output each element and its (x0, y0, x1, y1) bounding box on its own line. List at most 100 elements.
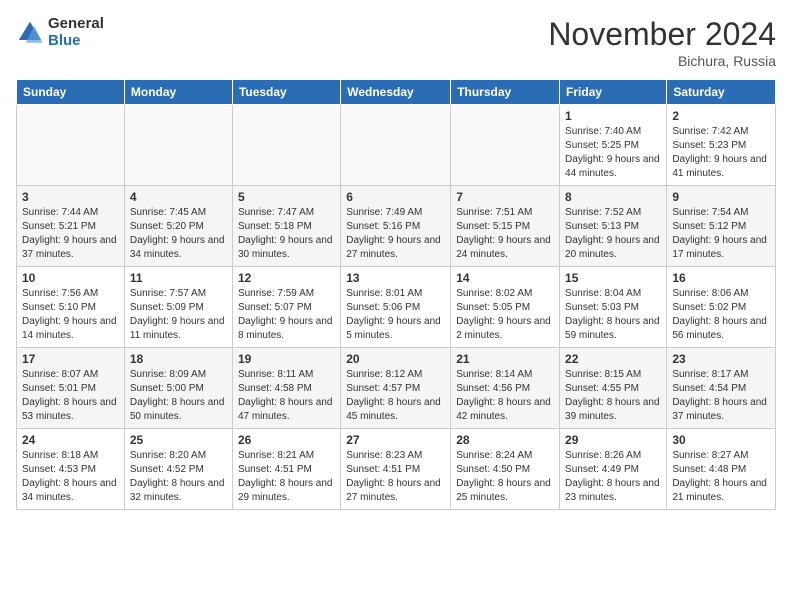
day-number: 4 (130, 190, 227, 204)
day-number: 16 (672, 271, 770, 285)
calendar-cell (232, 105, 340, 186)
day-info: Sunrise: 8:27 AM Sunset: 4:48 PM Dayligh… (672, 449, 770, 505)
calendar-cell: 27Sunrise: 8:23 AM Sunset: 4:51 PM Dayli… (341, 429, 451, 510)
calendar-header-saturday: Saturday (667, 80, 776, 105)
calendar-week-4: 17 Sunrise: 8:07 AM Sunset: 5:01 PM Dayli… (17, 348, 776, 429)
day-number: 22 (565, 352, 661, 366)
calendar-cell (341, 105, 451, 186)
day-info: Sunrise: 8:24 AM Sunset: 4:50 PM Dayligh… (456, 449, 554, 505)
calendar-cell: 1 Sunrise: 7:40 AM Sunset: 5:25 PM Daylig… (560, 105, 667, 186)
calendar-header-friday: Friday (560, 80, 667, 105)
calendar-cell: 21 Sunrise: 8:14 AM Sunset: 4:56 PM Dayli… (451, 348, 560, 429)
day-number: 17 (22, 352, 119, 366)
calendar-cell: 26 Sunrise: 8:21 AM Sunset: 4:51 PM Dayli… (232, 429, 340, 510)
day-info: Sunrise: 8:09 AM Sunset: 5:00 PM Dayligh… (130, 368, 227, 424)
day-number: 20 (346, 352, 445, 366)
calendar-cell: 10 Sunrise: 7:56 AM Sunset: 5:10 PM Dayli… (17, 267, 125, 348)
day-info: Sunrise: 8:15 AM Sunset: 4:55 PM Dayligh… (565, 368, 661, 424)
day-number: 1 (565, 109, 661, 123)
location: Bichura, Russia (548, 53, 776, 69)
day-info: Sunrise: 8:20 AM Sunset: 4:52 PM Dayligh… (130, 449, 227, 505)
day-info: Sunrise: 8:14 AM Sunset: 4:56 PM Dayligh… (456, 368, 554, 424)
day-number: 30 (672, 433, 770, 447)
title-block: November 2024 Bichura, Russia (548, 16, 776, 69)
calendar-cell (451, 105, 560, 186)
calendar-cell: 4 Sunrise: 7:45 AM Sunset: 5:20 PM Daylig… (124, 186, 232, 267)
calendar-cell: 5 Sunrise: 7:47 AM Sunset: 5:18 PM Daylig… (232, 186, 340, 267)
calendar-cell: 18 Sunrise: 8:09 AM Sunset: 5:00 PM Dayli… (124, 348, 232, 429)
calendar-cell: 3Sunrise: 7:44 AM Sunset: 5:21 PM Daylig… (17, 186, 125, 267)
day-info: Sunrise: 7:49 AM Sunset: 5:16 PM Dayligh… (346, 206, 445, 262)
calendar-header-sunday: Sunday (17, 80, 125, 105)
day-number: 14 (456, 271, 554, 285)
calendar-week-5: 24 Sunrise: 8:18 AM Sunset: 4:53 PM Dayli… (17, 429, 776, 510)
calendar-cell: 17 Sunrise: 8:07 AM Sunset: 5:01 PM Dayli… (17, 348, 125, 429)
day-info: Sunrise: 7:56 AM Sunset: 5:10 PM Dayligh… (22, 287, 119, 343)
day-number: 23 (672, 352, 770, 366)
calendar-cell: 16Sunrise: 8:06 AM Sunset: 5:02 PM Dayli… (667, 267, 776, 348)
calendar-cell: 15 Sunrise: 8:04 AM Sunset: 5:03 PM Dayli… (560, 267, 667, 348)
day-info: Sunrise: 8:02 AM Sunset: 5:05 PM Dayligh… (456, 287, 554, 343)
calendar-cell: 8 Sunrise: 7:52 AM Sunset: 5:13 PM Daylig… (560, 186, 667, 267)
day-number: 11 (130, 271, 227, 285)
calendar-cell: 13 Sunrise: 8:01 AM Sunset: 5:06 PM Dayli… (341, 267, 451, 348)
day-info: Sunrise: 8:17 AM Sunset: 4:54 PM Dayligh… (672, 368, 770, 424)
day-info: Sunrise: 8:04 AM Sunset: 5:03 PM Dayligh… (565, 287, 661, 343)
day-number: 26 (238, 433, 335, 447)
logo-general-text: General (48, 16, 104, 33)
calendar-cell: 24 Sunrise: 8:18 AM Sunset: 4:53 PM Dayli… (17, 429, 125, 510)
day-number: 25 (130, 433, 227, 447)
calendar-cell: 7 Sunrise: 7:51 AM Sunset: 5:15 PM Daylig… (451, 186, 560, 267)
day-number: 28 (456, 433, 554, 447)
calendar-cell: 14 Sunrise: 8:02 AM Sunset: 5:05 PM Dayli… (451, 267, 560, 348)
day-info: Sunrise: 8:07 AM Sunset: 5:01 PM Dayligh… (22, 368, 119, 424)
day-number: 12 (238, 271, 335, 285)
day-info: Sunrise: 7:57 AM Sunset: 5:09 PM Dayligh… (130, 287, 227, 343)
calendar-cell: 9Sunrise: 7:54 AM Sunset: 5:12 PM Daylig… (667, 186, 776, 267)
day-info: Sunrise: 7:40 AM Sunset: 5:25 PM Dayligh… (565, 125, 661, 181)
calendar-cell (17, 105, 125, 186)
day-number: 24 (22, 433, 119, 447)
calendar-table: SundayMondayTuesdayWednesdayThursdayFrid… (16, 79, 776, 510)
calendar-cell: 28 Sunrise: 8:24 AM Sunset: 4:50 PM Dayli… (451, 429, 560, 510)
calendar-header-monday: Monday (124, 80, 232, 105)
day-info: Sunrise: 7:51 AM Sunset: 5:15 PM Dayligh… (456, 206, 554, 262)
logo: General Blue (16, 16, 104, 49)
calendar-cell: 25 Sunrise: 8:20 AM Sunset: 4:52 PM Dayli… (124, 429, 232, 510)
calendar-cell: 20 Sunrise: 8:12 AM Sunset: 4:57 PM Dayli… (341, 348, 451, 429)
day-info: Sunrise: 7:54 AM Sunset: 5:12 PM Dayligh… (672, 206, 770, 262)
day-info: Sunrise: 8:12 AM Sunset: 4:57 PM Dayligh… (346, 368, 445, 424)
day-number: 7 (456, 190, 554, 204)
day-info: Sunrise: 7:42 AM Sunset: 5:23 PM Dayligh… (672, 125, 770, 181)
day-number: 21 (456, 352, 554, 366)
calendar-cell: 29 Sunrise: 8:26 AM Sunset: 4:49 PM Dayli… (560, 429, 667, 510)
calendar-header-thursday: Thursday (451, 80, 560, 105)
day-info: Sunrise: 8:23 AM Sunset: 4:51 PM Dayligh… (346, 449, 445, 505)
calendar-week-1: 1 Sunrise: 7:40 AM Sunset: 5:25 PM Daylig… (17, 105, 776, 186)
day-number: 19 (238, 352, 335, 366)
day-info: Sunrise: 7:44 AM Sunset: 5:21 PM Dayligh… (22, 206, 119, 262)
day-info: Sunrise: 7:45 AM Sunset: 5:20 PM Dayligh… (130, 206, 227, 262)
day-number: 8 (565, 190, 661, 204)
calendar-cell (124, 105, 232, 186)
calendar-cell: 30 Sunrise: 8:27 AM Sunset: 4:48 PM Dayli… (667, 429, 776, 510)
day-info: Sunrise: 8:26 AM Sunset: 4:49 PM Dayligh… (565, 449, 661, 505)
day-info: Sunrise: 7:47 AM Sunset: 5:18 PM Dayligh… (238, 206, 335, 262)
day-number: 15 (565, 271, 661, 285)
day-number: 10 (22, 271, 119, 285)
day-info: Sunrise: 8:21 AM Sunset: 4:51 PM Dayligh… (238, 449, 335, 505)
page-header: General Blue November 2024 Bichura, Russ… (16, 16, 776, 69)
day-info: Sunrise: 7:59 AM Sunset: 5:07 PM Dayligh… (238, 287, 335, 343)
day-info: Sunrise: 8:18 AM Sunset: 4:53 PM Dayligh… (22, 449, 119, 505)
day-number: 18 (130, 352, 227, 366)
day-number: 13 (346, 271, 445, 285)
calendar-cell: 19Sunrise: 8:11 AM Sunset: 4:58 PM Dayli… (232, 348, 340, 429)
calendar-week-3: 10 Sunrise: 7:56 AM Sunset: 5:10 PM Dayli… (17, 267, 776, 348)
calendar-cell: 6Sunrise: 7:49 AM Sunset: 5:16 PM Daylig… (341, 186, 451, 267)
day-info: Sunrise: 7:52 AM Sunset: 5:13 PM Dayligh… (565, 206, 661, 262)
day-number: 5 (238, 190, 335, 204)
calendar-header-wednesday: Wednesday (341, 80, 451, 105)
day-number: 2 (672, 109, 770, 123)
day-number: 29 (565, 433, 661, 447)
day-info: Sunrise: 8:01 AM Sunset: 5:06 PM Dayligh… (346, 287, 445, 343)
